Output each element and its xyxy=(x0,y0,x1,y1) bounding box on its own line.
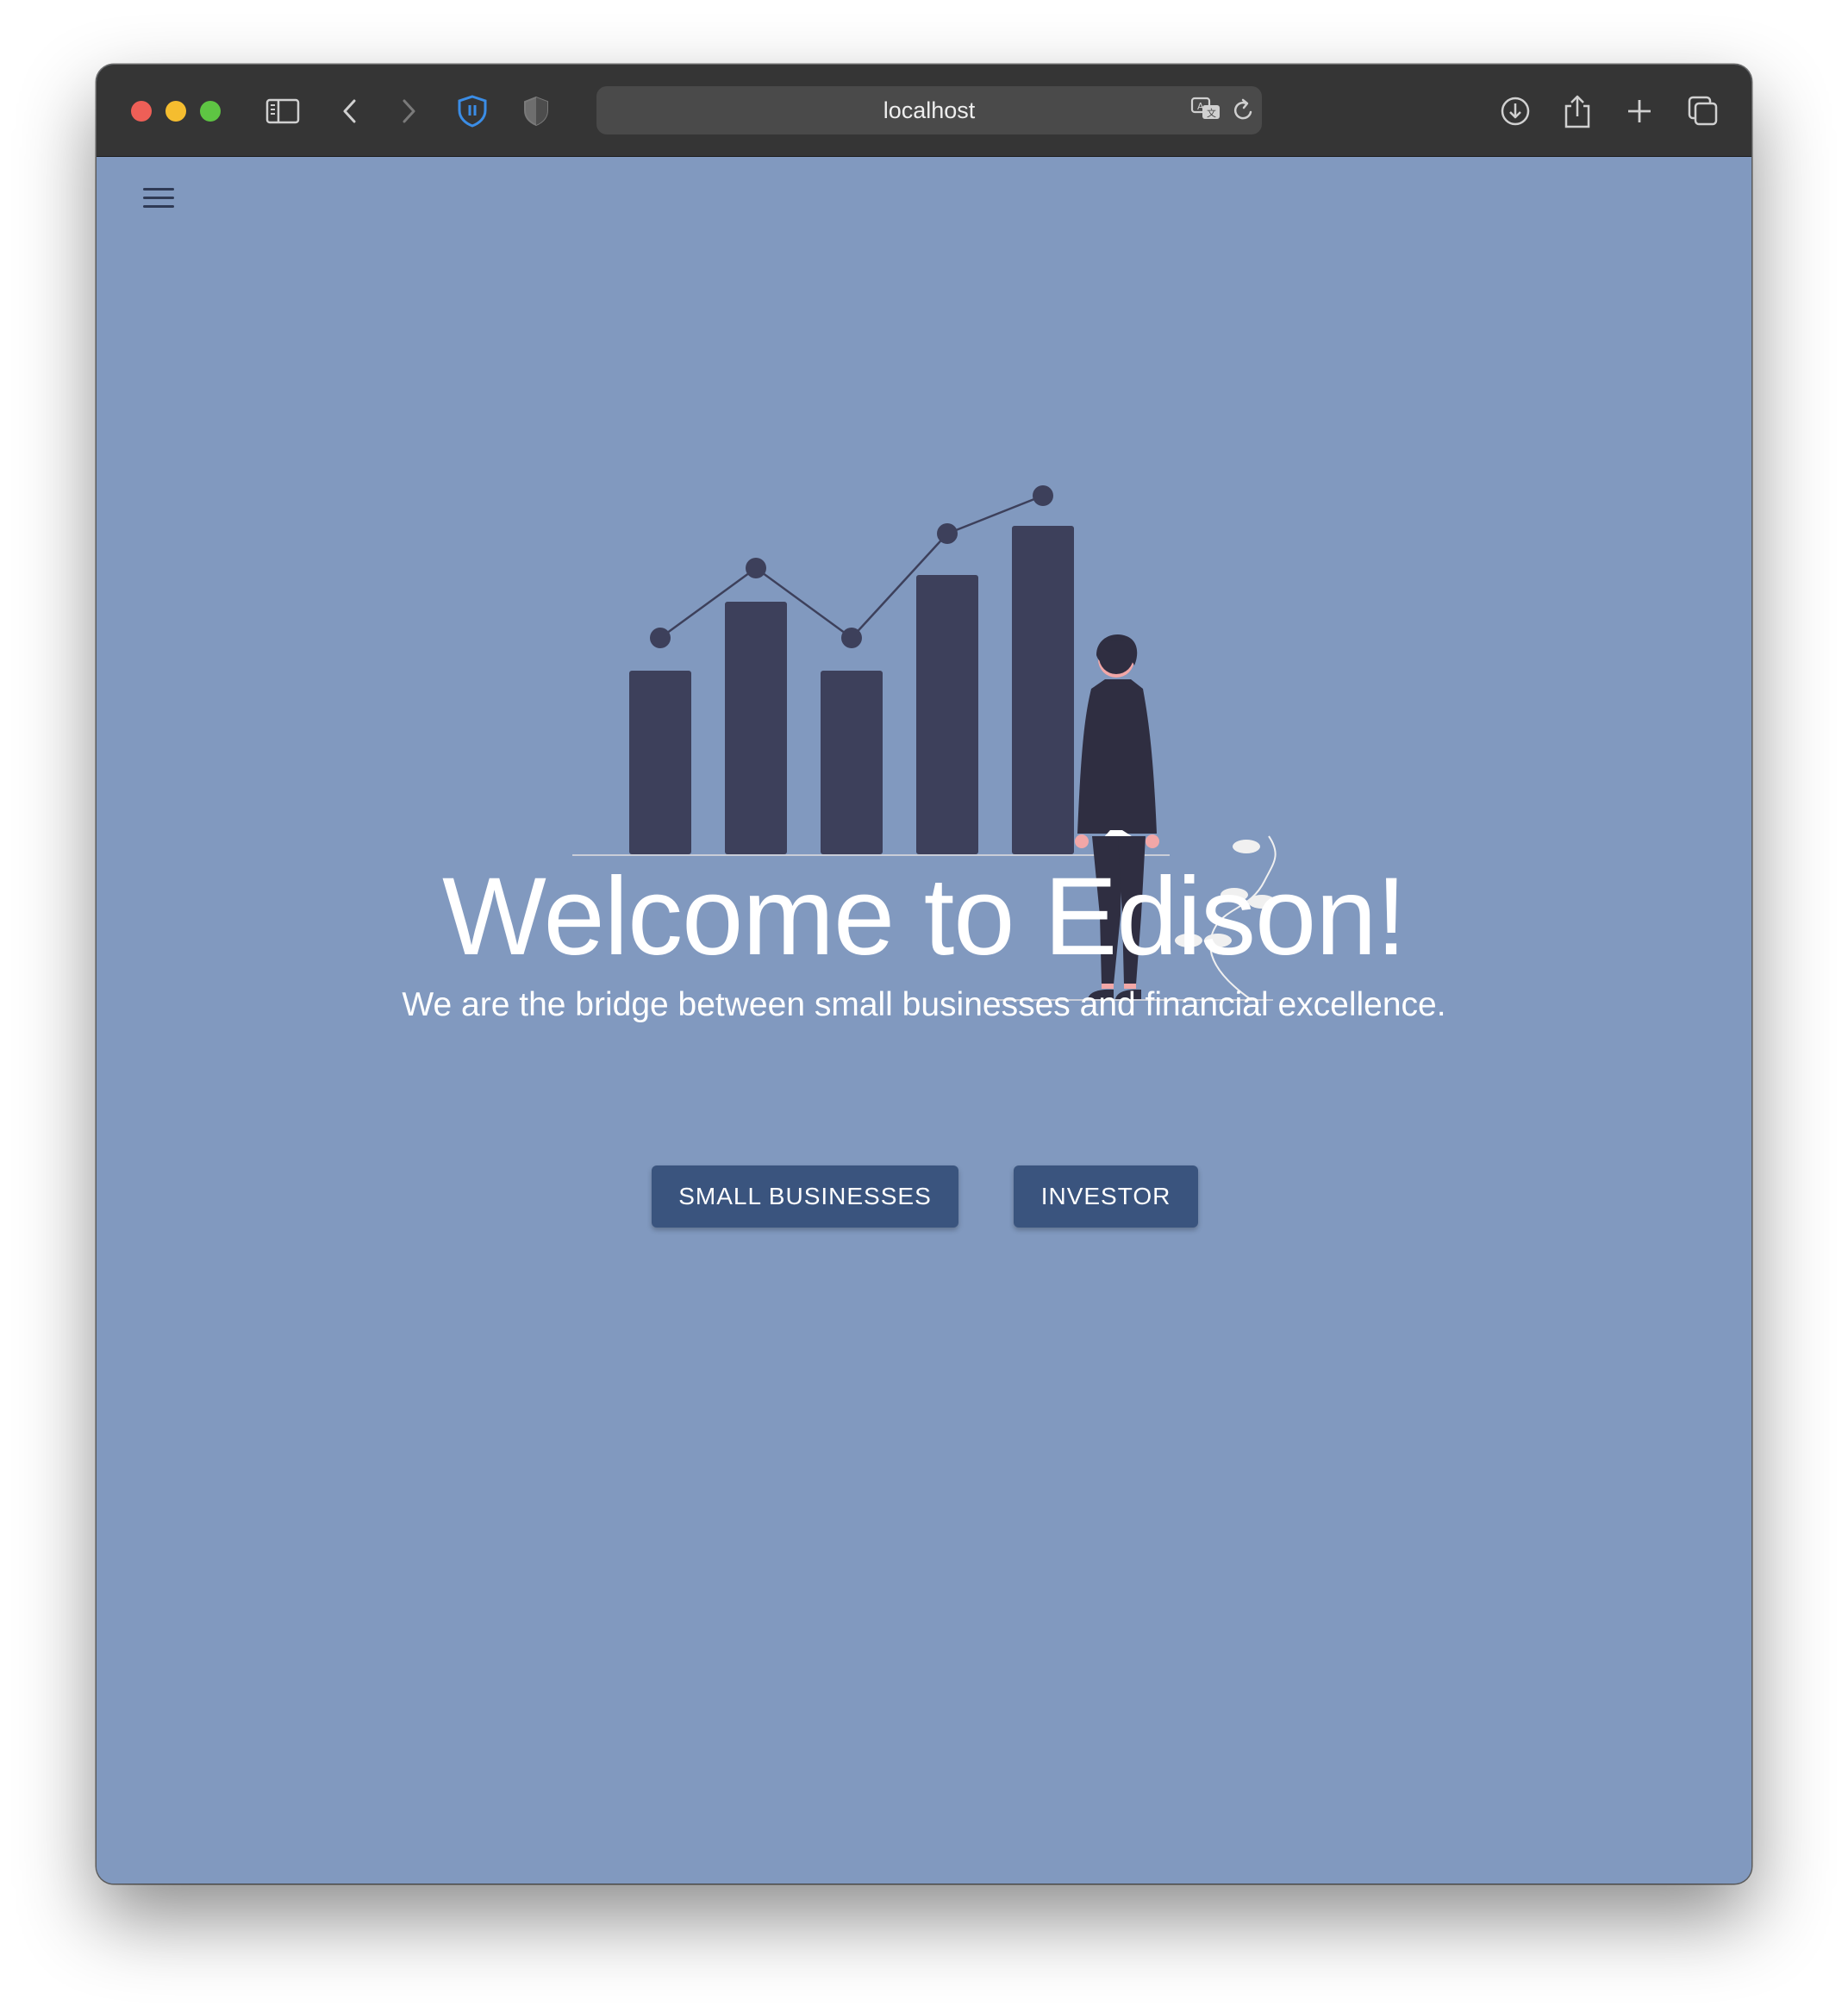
zoom-window-button[interactable] xyxy=(200,101,221,122)
sidebar-toggle-icon[interactable] xyxy=(259,87,307,135)
page-title: Welcome to Edison! xyxy=(442,855,1407,978)
reload-icon[interactable] xyxy=(1231,97,1257,124)
privacy-shield-icon[interactable] xyxy=(512,87,560,135)
share-icon[interactable] xyxy=(1553,87,1601,135)
plus-icon[interactable] xyxy=(1615,87,1664,135)
small-businesses-button[interactable]: SMALL BUSINESSES xyxy=(652,1165,958,1228)
investor-button[interactable]: INVESTOR xyxy=(1014,1165,1198,1228)
address-text: localhost xyxy=(883,97,976,123)
svg-text:文: 文 xyxy=(1207,107,1216,119)
translate-icon[interactable]: A 文 xyxy=(1189,95,1224,126)
page-content: Welcome to Edison! We are the bridge bet… xyxy=(97,157,1751,1884)
tab-overview-icon[interactable] xyxy=(1679,87,1727,135)
close-window-button[interactable] xyxy=(131,101,152,122)
svg-text:A: A xyxy=(1197,101,1204,112)
chevron-right-icon[interactable] xyxy=(384,87,433,135)
browser-toolbar: localhost A 文 xyxy=(97,65,1751,157)
shield-extension-icon[interactable] xyxy=(448,87,496,135)
hamburger-menu-icon[interactable] xyxy=(140,183,178,214)
chevron-left-icon[interactable] xyxy=(326,87,374,135)
minimize-window-button[interactable] xyxy=(165,101,186,122)
page-subtitle: We are the bridge between small business… xyxy=(402,986,1446,1023)
address-bar[interactable]: localhost A 文 xyxy=(596,86,1262,134)
download-icon[interactable] xyxy=(1491,87,1539,135)
browser-window: localhost A 文 Welcome to Edison! We are … xyxy=(97,65,1751,1884)
